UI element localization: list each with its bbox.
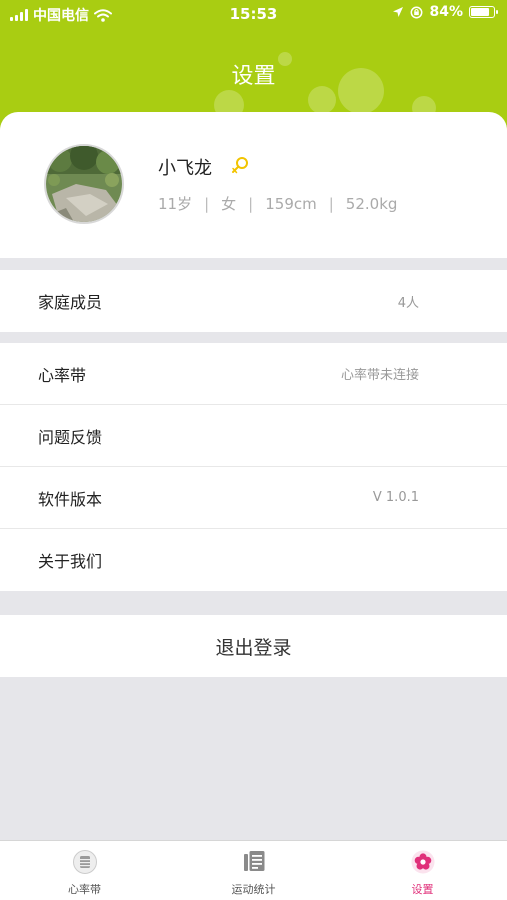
tab-label: 运动统计 [231, 883, 276, 896]
menu-item-family[interactable]: 家庭成员 4人 [0, 270, 507, 332]
tab-settings[interactable]: 设置 [338, 841, 507, 900]
stat-gender: 女 [221, 195, 237, 213]
edit-pin-icon[interactable] [230, 156, 250, 176]
tab-bar: 心率带 运动统计 设置 [0, 840, 507, 900]
menu-item-label: 软件版本 [38, 489, 103, 509]
battery-percent: 84% [429, 4, 463, 20]
stat-separator: | [248, 194, 254, 213]
stats-list-icon [243, 851, 264, 871]
page-title: 设置 [231, 64, 276, 89]
heart-strap-icon [72, 850, 97, 874]
profile-card[interactable]: 小飞龙 11岁 | 女 | 159cm | 52.0kg [0, 112, 507, 258]
avatar[interactable] [44, 144, 124, 224]
menu-item-label: 问题反馈 [38, 427, 103, 447]
stat-separator: | [204, 194, 210, 213]
tab-heart-strap[interactable]: 心率带 [0, 841, 169, 900]
logout-button[interactable]: 退出登录 [0, 615, 507, 677]
menu-item-heart-strap[interactable]: 心率带 心率带未连接 [0, 343, 507, 405]
menu-item-label: 心率带 [38, 365, 87, 385]
menu-item-feedback[interactable]: 问题反馈 [0, 405, 507, 467]
flower-settings-icon [411, 850, 434, 874]
user-name: 小飞龙 [158, 158, 212, 179]
tab-stats[interactable]: 运动统计 [169, 841, 338, 900]
stat-separator: | [328, 194, 334, 213]
menu-item-value: 4人 [397, 295, 419, 311]
status-bar: 中国电信 15:53 84% [0, 0, 507, 28]
tab-label: 设置 [411, 883, 434, 896]
menu-item-version[interactable]: 软件版本 V 1.0.1 [0, 467, 507, 529]
user-stats: 11岁 | 女 | 159cm | 52.0kg [158, 193, 397, 214]
menu-item-value: V 1.0.1 [372, 490, 419, 505]
stat-height: 159cm [265, 194, 317, 213]
menu-item-label: 家庭成员 [38, 293, 103, 312]
menu-item-about[interactable]: 关于我们 [0, 529, 507, 591]
family-section: 家庭成员 4人 [0, 270, 507, 332]
tab-label: 心率带 [68, 883, 101, 896]
location-arrow-icon [393, 7, 404, 17]
stat-weight: 52.0kg [345, 194, 398, 213]
menu-item-value: 心率带未连接 [340, 368, 419, 383]
orientation-lock-icon [411, 6, 423, 18]
decor-bubble [308, 86, 336, 114]
battery-level [471, 8, 490, 16]
battery-icon [469, 6, 498, 18]
settings-section: 心率带 心率带未连接 问题反馈 软件版本 V 1.0.1 关于我们 [0, 343, 507, 591]
menu-item-label: 关于我们 [38, 552, 103, 571]
stat-age: 11岁 [158, 195, 193, 213]
